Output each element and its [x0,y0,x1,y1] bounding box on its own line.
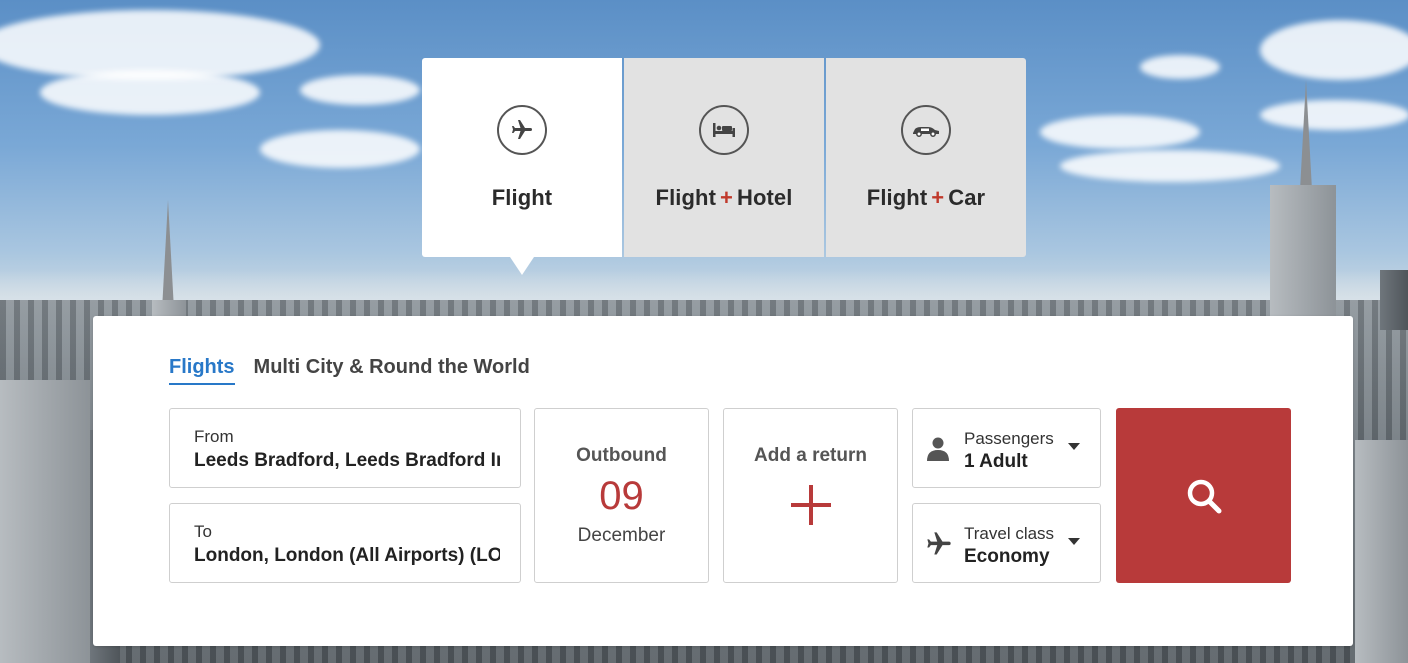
from-label: From [194,427,234,446]
product-tabs: Flight Flight + Hotel Flight + Car [422,58,1027,275]
tab-flight[interactable]: Flight [422,58,622,275]
outbound-label: Outbound [576,445,667,466]
passengers-select[interactable]: Passengers 1 Adult [912,408,1101,488]
to-label: To [194,522,212,541]
passengers-label: Passengers [964,429,1054,448]
travel-class-value: Economy [964,546,1050,567]
outbound-day: 09 [599,474,644,518]
tab-flight-hotel[interactable]: Flight + Hotel [624,58,824,257]
from-field[interactable]: From Leeds Bradford, Leeds Bradford Inte… [169,408,521,488]
airplane-icon [925,530,953,563]
search-icon [1187,479,1221,513]
search-button[interactable] [1116,408,1291,583]
outbound-date-picker[interactable]: Outbound 09 December [534,408,709,583]
search-type-tabs: Flights Multi City & Round the World [169,356,530,385]
to-field[interactable]: To London, London (All Airports) (LON) [169,503,521,583]
tab-flight-car-label: Flight + Car [866,185,986,210]
tab-flight-hotel-label: Flight + Hotel [655,185,793,210]
outbound-month: December [577,525,666,546]
to-value: London, London (All Airports) (LON) [194,545,500,566]
from-value: Leeds Bradford, Leeds Bradford Internati… [194,450,500,471]
tab-flight-label: Flight [491,185,553,210]
add-return-label: Add a return [754,445,867,466]
bed-icon [699,105,749,155]
car-icon [901,105,951,155]
subtab-flights[interactable]: Flights [169,356,235,385]
subtab-multi-city[interactable]: Multi City & Round the World [254,356,530,385]
tab-flight-car[interactable]: Flight + Car [826,58,1026,257]
add-return-button[interactable]: Add a return [723,408,898,583]
travel-class-select[interactable]: Travel class Economy [912,503,1101,583]
travel-class-label: Travel class [964,524,1055,543]
passengers-value: 1 Adult [964,451,1028,472]
person-icon [925,435,951,466]
search-panel: Flights Multi City & Round the World Fro… [93,316,1353,646]
chevron-down-icon [1068,443,1080,450]
airplane-icon [497,105,547,155]
chevron-down-icon [1068,538,1080,545]
plus-icon [790,485,831,525]
